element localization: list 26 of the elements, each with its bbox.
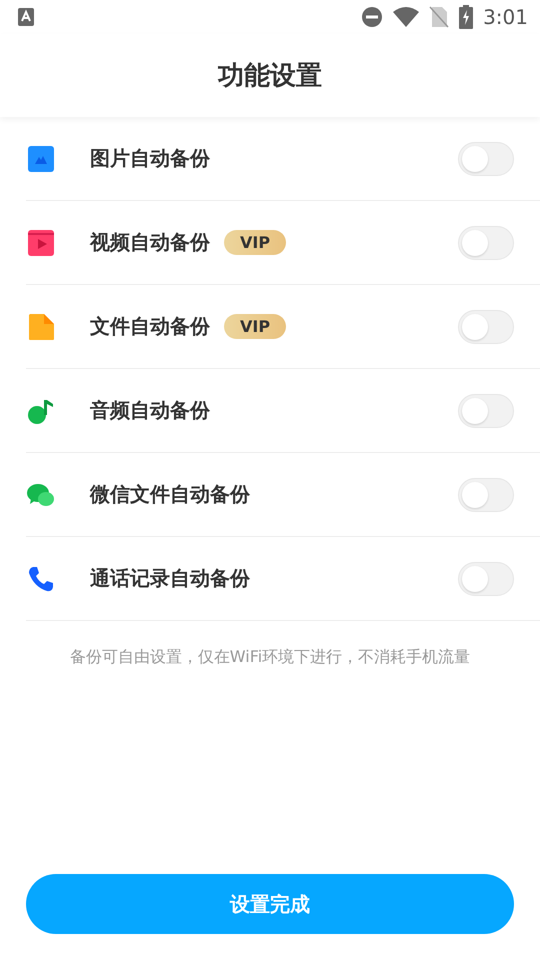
video-icon — [26, 228, 56, 258]
vip-badge: VIP — [224, 230, 286, 255]
setting-label: 图片自动备份 — [90, 145, 210, 172]
toggle-switch[interactable] — [458, 562, 514, 596]
image-icon — [26, 144, 56, 174]
keyboard-app-icon — [18, 8, 34, 26]
page-title: 功能设置 — [218, 60, 322, 93]
battery-charging-icon — [459, 5, 474, 29]
wifi-icon — [393, 6, 420, 28]
vip-badge: VIP — [224, 314, 286, 339]
setting-label: 微信文件自动备份 — [90, 481, 250, 508]
toggle-switch[interactable] — [458, 142, 514, 176]
setting-label: 文件自动备份 — [90, 313, 210, 340]
setting-label: 音频自动备份 — [90, 397, 210, 424]
setting-label: 视频自动备份 — [90, 229, 210, 256]
hint-text: 备份可自由设置，仅在WiFi环境下进行，不消耗手机流量 — [68, 647, 472, 668]
no-sim-icon — [429, 6, 450, 28]
toggle-switch[interactable] — [458, 394, 514, 428]
clock-time: 3:01 — [483, 5, 528, 29]
file-icon — [26, 312, 56, 342]
toggle-switch[interactable] — [458, 226, 514, 260]
toggle-switch[interactable] — [458, 478, 514, 512]
do-not-disturb-icon — [361, 6, 384, 28]
finish-button[interactable]: 设置完成 — [26, 874, 514, 934]
setting-label: 通话记录自动备份 — [90, 565, 250, 592]
toggle-switch[interactable] — [458, 310, 514, 344]
